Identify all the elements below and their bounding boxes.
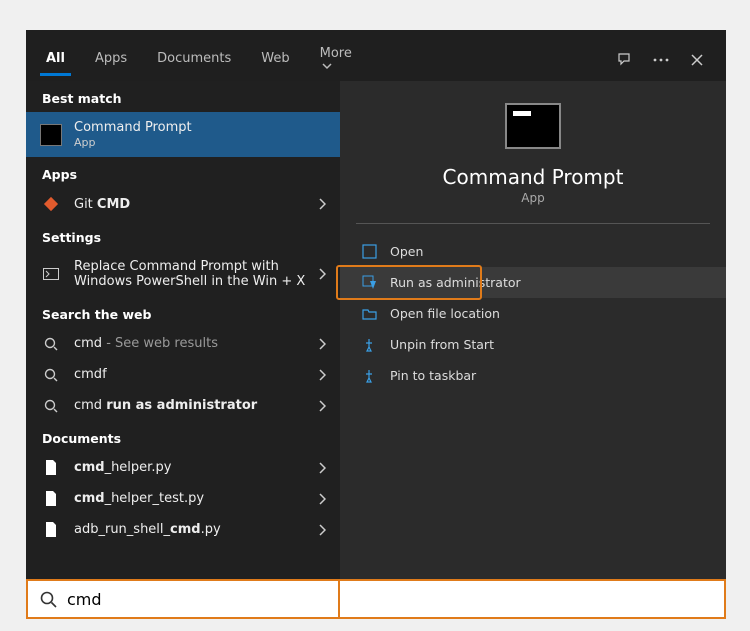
tab-apps[interactable]: Apps (89, 43, 133, 76)
action-unpin-start[interactable]: Unpin from Start (340, 329, 726, 360)
folder-icon (360, 307, 378, 320)
terminal-icon (40, 268, 62, 280)
chevron-right-icon (318, 369, 326, 381)
best-match-label: Command Prompt App (74, 120, 326, 149)
actions-list: Open Run as administrator Open file loca… (340, 224, 726, 403)
web-label: cmd - See web results (74, 336, 306, 351)
search-icon (40, 591, 57, 608)
chevron-down-icon (322, 61, 332, 71)
action-open-file-location[interactable]: Open file location (340, 298, 726, 329)
group-apps: Apps (26, 157, 340, 188)
preview-subtitle: App (340, 191, 726, 205)
action-pin-taskbar[interactable]: Pin to taskbar (340, 360, 726, 391)
tab-more[interactable]: More (314, 38, 358, 81)
file-icon (40, 460, 62, 475)
result-doc-cmd-helper[interactable]: cmd_helper.py (26, 452, 340, 483)
cmd-app-icon (40, 124, 62, 146)
more-options-icon[interactable] (652, 51, 670, 69)
tab-all[interactable]: All (40, 43, 71, 76)
open-icon (360, 244, 378, 259)
result-doc-adb-run-shell[interactable]: adb_run_shell_cmd.py (26, 514, 340, 545)
action-label: Unpin from Start (390, 337, 494, 352)
git-diamond-icon (40, 196, 62, 212)
results-panel: Best match Command Prompt App Apps Git C… (26, 81, 340, 590)
tab-documents[interactable]: Documents (151, 43, 237, 76)
result-web-cmd-run-as-admin[interactable]: cmd run as administrator (26, 390, 340, 421)
result-web-cmdf[interactable]: cmdf (26, 359, 340, 390)
setting-label: Replace Command Prompt with Windows Powe… (74, 259, 306, 289)
chevron-right-icon (318, 268, 326, 280)
chevron-right-icon (318, 524, 326, 536)
web-label: cmd run as administrator (74, 398, 306, 413)
admin-shield-icon (360, 275, 378, 290)
doc-label: cmd_helper_test.py (74, 491, 306, 506)
action-open[interactable]: Open (340, 236, 726, 267)
action-label: Pin to taskbar (390, 368, 476, 383)
result-doc-cmd-helper-test[interactable]: cmd_helper_test.py (26, 483, 340, 514)
chevron-right-icon (318, 462, 326, 474)
action-label: Open file location (390, 306, 500, 321)
chevron-right-icon (318, 493, 326, 505)
unpin-icon (360, 338, 378, 352)
titlebar-actions (616, 51, 712, 69)
doc-label: cmd_helper.py (74, 460, 306, 475)
tab-web[interactable]: Web (255, 43, 295, 76)
search-icon (40, 368, 62, 382)
group-documents: Documents (26, 421, 340, 452)
search-icon (40, 337, 62, 351)
result-setting-replace-cmd[interactable]: Replace Command Prompt with Windows Powe… (26, 251, 340, 297)
close-button[interactable] (688, 51, 706, 69)
app-label: Git CMD (74, 197, 306, 212)
tab-more-label: More (320, 46, 352, 61)
chevron-right-icon (318, 198, 326, 210)
pin-icon (360, 369, 378, 383)
best-match-title: Command Prompt (74, 120, 192, 135)
action-label: Open (390, 244, 423, 259)
result-best-match[interactable]: Command Prompt App (26, 112, 340, 157)
search-bar[interactable] (26, 579, 726, 619)
preview-panel: Command Prompt App Open Run as administr… (340, 81, 726, 590)
best-match-subtitle: App (74, 136, 326, 149)
group-settings: Settings (26, 220, 340, 251)
chevron-right-icon (318, 400, 326, 412)
web-label: cmdf (74, 367, 306, 382)
start-menu-search: All Apps Documents Web More Best match (26, 30, 726, 590)
result-app-gitcmd[interactable]: Git CMD (26, 188, 340, 220)
search-input[interactable] (67, 590, 712, 609)
group-best-match: Best match (26, 81, 340, 112)
result-web-cmd[interactable]: cmd - See web results (26, 328, 340, 359)
tabs-row: All Apps Documents Web More (26, 30, 726, 81)
action-label: Run as administrator (390, 275, 521, 290)
doc-label: adb_run_shell_cmd.py (74, 522, 306, 537)
body-split: Best match Command Prompt App Apps Git C… (26, 81, 726, 590)
file-icon (40, 522, 62, 537)
action-run-as-admin[interactable]: Run as administrator (340, 267, 726, 298)
preview-title: Command Prompt (340, 165, 726, 189)
search-icon (40, 399, 62, 413)
chevron-right-icon (318, 338, 326, 350)
group-search-web: Search the web (26, 297, 340, 328)
preview-app-icon (505, 103, 561, 149)
feedback-icon[interactable] (616, 51, 634, 69)
file-icon (40, 491, 62, 506)
